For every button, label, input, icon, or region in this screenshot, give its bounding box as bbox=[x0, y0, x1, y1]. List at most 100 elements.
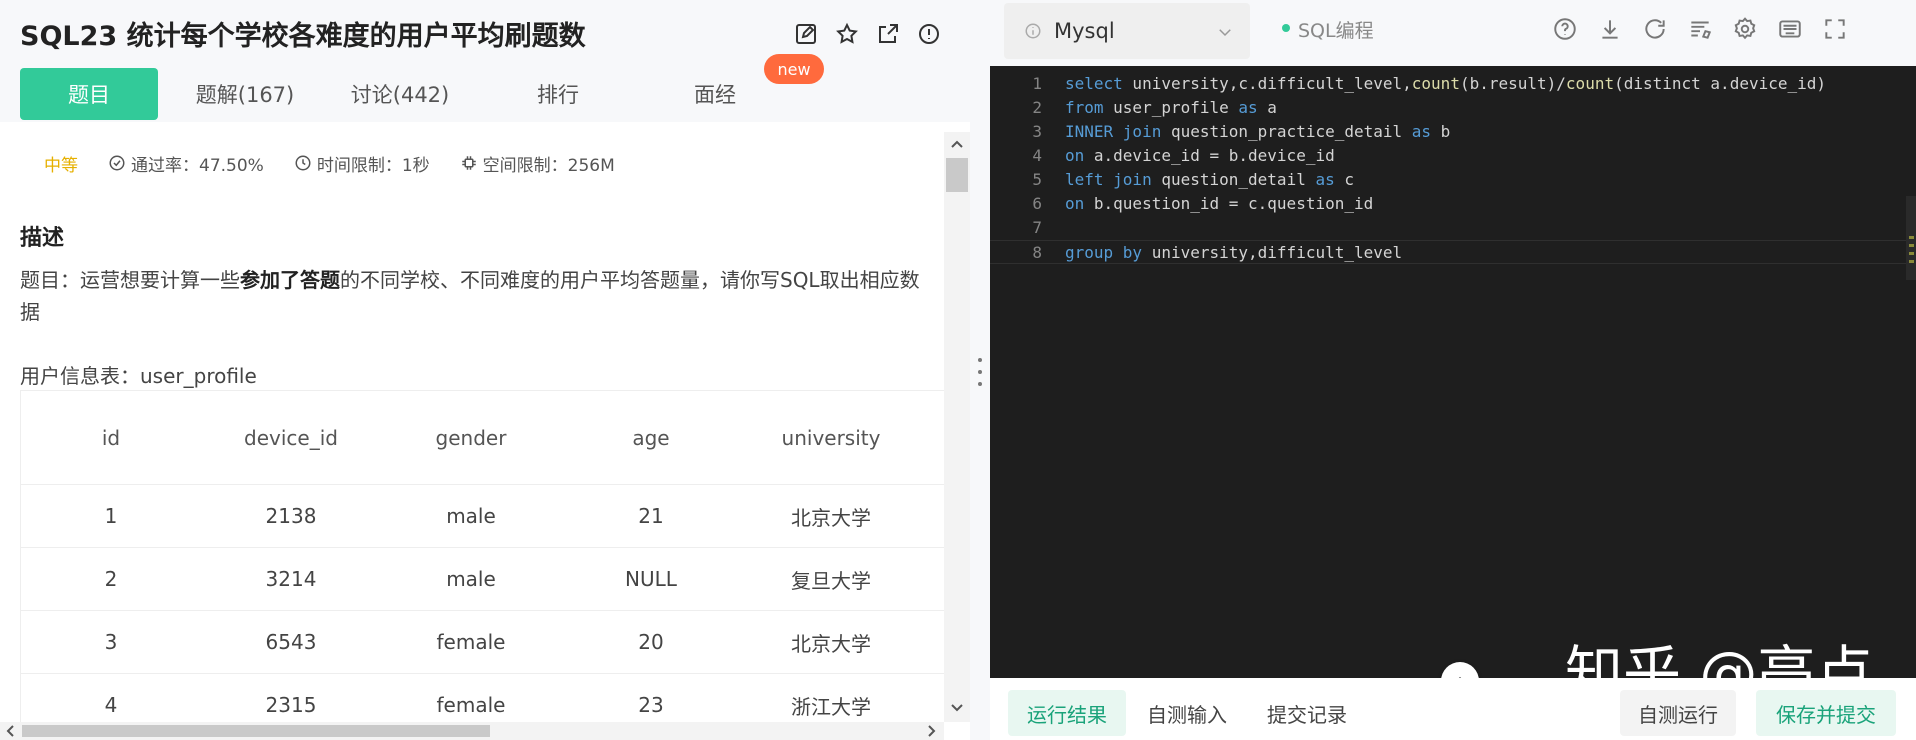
star-icon[interactable] bbox=[833, 20, 861, 48]
code-text[interactable]: select university,c.difficult_level,coun… bbox=[1065, 72, 1826, 96]
table-cell: female bbox=[436, 693, 506, 717]
table-cell: 21 bbox=[638, 504, 664, 528]
page-title: SQL23 统计每个学校各难度的用户平均刷题数 bbox=[20, 21, 586, 52]
line-number: 6 bbox=[1032, 194, 1042, 213]
table-row: 2 3214 male NULL 复旦大学 bbox=[21, 548, 944, 611]
line-number: 3 bbox=[1032, 122, 1042, 141]
info-icon bbox=[1025, 23, 1041, 39]
horizontal-scrollbar[interactable] bbox=[0, 722, 944, 740]
table-cell: female bbox=[436, 630, 506, 654]
description-text: 题目：运营想要计算一些参加了答题的不同学校、不同难度的用户平均答题量，请你写SQ… bbox=[20, 264, 920, 328]
line-number: 7 bbox=[1032, 218, 1042, 237]
code-line[interactable]: 7 bbox=[990, 216, 1916, 240]
tab-run-result[interactable]: 运行结果 bbox=[1008, 690, 1126, 736]
code-line[interactable]: 6 on b.question_id = c.question_id bbox=[990, 192, 1916, 216]
scroll-down-icon[interactable] bbox=[949, 700, 965, 716]
overview-ruler bbox=[1906, 196, 1916, 280]
help-icon[interactable] bbox=[1550, 14, 1580, 44]
keyboard-icon[interactable] bbox=[1775, 14, 1805, 44]
self-test-run-button[interactable]: 自测运行 bbox=[1620, 690, 1736, 736]
table-cell: 4 bbox=[104, 693, 118, 717]
table-row: 1 2138 male 21 北京大学 bbox=[21, 485, 944, 548]
code-text[interactable]: on b.question_id = c.question_id bbox=[1065, 192, 1373, 216]
line-number: 2 bbox=[1032, 98, 1042, 117]
line-number: 4 bbox=[1032, 146, 1042, 165]
column-header: age bbox=[632, 425, 670, 450]
table-row: 3 6543 female 20 北京大学 bbox=[21, 611, 944, 674]
watermark: 知乎 @亮点 bbox=[1565, 639, 1874, 678]
time-limit-text: 时间限制：1秒 bbox=[316, 155, 430, 176]
table-cell: NULL bbox=[625, 567, 677, 591]
table-cell: male bbox=[446, 504, 496, 528]
user-profile-table: id device_id gender age university 1 213… bbox=[20, 390, 944, 722]
table-cell: 23 bbox=[638, 693, 664, 717]
settings-icon[interactable] bbox=[1730, 14, 1760, 44]
language-select[interactable]: Mysql bbox=[1004, 3, 1250, 59]
table-header-row: id device_id gender age university bbox=[21, 391, 944, 485]
line-number: 5 bbox=[1032, 170, 1042, 189]
tab-interview[interactable]: 面经 bbox=[645, 68, 785, 120]
table-cell: 北京大学 bbox=[791, 631, 871, 656]
tab-custom-input[interactable]: 自测输入 bbox=[1128, 690, 1246, 736]
result-bar: 运行结果 自测输入 提交记录 自测运行 保存并提交 bbox=[990, 678, 1916, 740]
column-header: id bbox=[101, 425, 121, 450]
refresh-icon[interactable] bbox=[1640, 14, 1670, 44]
code-text[interactable]: group by university,difficult_level bbox=[1065, 241, 1402, 265]
code-line[interactable]: 4 on a.device_id = b.device_id bbox=[990, 144, 1916, 168]
chevron-down-icon bbox=[1219, 29, 1231, 37]
column-header: gender bbox=[435, 425, 507, 450]
panel-resize-handle[interactable] bbox=[970, 0, 990, 740]
tab-submissions[interactable]: 提交记录 bbox=[1248, 690, 1366, 736]
code-line[interactable]: 5 left join question_detail as c bbox=[990, 168, 1916, 192]
save-submit-button[interactable]: 保存并提交 bbox=[1756, 690, 1896, 736]
tab-discussion[interactable]: 讨论(442) bbox=[330, 68, 470, 120]
line-number: 1 bbox=[1032, 74, 1042, 93]
tab-problem[interactable]: 题目 bbox=[20, 68, 158, 120]
problem-meta: 中等 通过率：47.50% 时间限制：1秒 空间限制：256M bbox=[44, 150, 645, 176]
check-circle-icon bbox=[109, 155, 125, 171]
tab-solutions[interactable]: 题解(167) bbox=[175, 68, 315, 120]
code-editor[interactable]: 1 select university,c.difficult_level,cou… bbox=[990, 66, 1916, 678]
mode-label: SQL编程 bbox=[1298, 20, 1374, 42]
code-line[interactable]: 1 select university,c.difficult_level,cou… bbox=[990, 72, 1916, 96]
download-icon[interactable] bbox=[1595, 14, 1625, 44]
pass-rate: 通过率：47.50% bbox=[108, 151, 264, 176]
time-limit: 时间限制：1秒 bbox=[294, 151, 430, 176]
fullscreen-icon[interactable] bbox=[1820, 14, 1850, 44]
code-text[interactable]: on a.device_id = b.device_id bbox=[1065, 144, 1335, 168]
format-icon[interactable] bbox=[1685, 14, 1715, 44]
table-cell: 浙江大学 bbox=[791, 694, 871, 719]
scroll-left-icon[interactable] bbox=[2, 723, 18, 739]
problem-panel: SQL23 统计每个学校各难度的用户平均刷题数 题目 题解(167) 讨论(44… bbox=[0, 0, 970, 740]
line-number: 8 bbox=[1032, 243, 1042, 262]
code-text[interactable]: INNER join question_practice_detail as b bbox=[1065, 120, 1450, 144]
table-cell: 复旦大学 bbox=[791, 568, 871, 593]
horizontal-scrollbar-thumb[interactable] bbox=[22, 725, 490, 737]
space-limit: 空间限制：256M bbox=[460, 151, 615, 176]
table-cell: 2315 bbox=[265, 693, 317, 717]
table-row: 4 2315 female 23 浙江大学 bbox=[21, 674, 944, 722]
scroll-right-icon[interactable] bbox=[924, 723, 940, 739]
code-text[interactable]: left join question_detail as c bbox=[1065, 168, 1354, 192]
vertical-scrollbar-thumb[interactable] bbox=[946, 158, 968, 192]
code-line[interactable]: 2 from user_profile as a bbox=[990, 96, 1916, 120]
table-cell: 3214 bbox=[265, 567, 317, 591]
code-text[interactable]: from user_profile as a bbox=[1065, 96, 1277, 120]
table-cell: 20 bbox=[638, 630, 664, 654]
code-line[interactable]: 3 INNER join question_practice_detail as … bbox=[990, 120, 1916, 144]
report-icon[interactable] bbox=[915, 20, 943, 48]
scroll-up-icon[interactable] bbox=[949, 136, 965, 152]
description-text-bold: 参加了答题 bbox=[240, 268, 340, 292]
pass-rate-text: 通过率：47.50% bbox=[131, 155, 264, 176]
table-cell: 6543 bbox=[265, 630, 317, 654]
code-line[interactable]: 8 group by university,difficult_level bbox=[990, 240, 1916, 264]
vertical-scrollbar[interactable] bbox=[944, 132, 970, 722]
table-cell: 1 bbox=[104, 504, 118, 528]
editor-toolbar: Mysql SQL编程 bbox=[990, 0, 1916, 66]
drag-handle-icon[interactable] bbox=[978, 358, 982, 386]
share-icon[interactable] bbox=[874, 20, 902, 48]
tab-ranking[interactable]: 排行 bbox=[488, 68, 628, 120]
table-cell: 北京大学 bbox=[791, 505, 871, 530]
edit-note-icon[interactable] bbox=[792, 20, 820, 48]
description-text-1: 题目：运营想要计算一些 bbox=[20, 268, 240, 292]
